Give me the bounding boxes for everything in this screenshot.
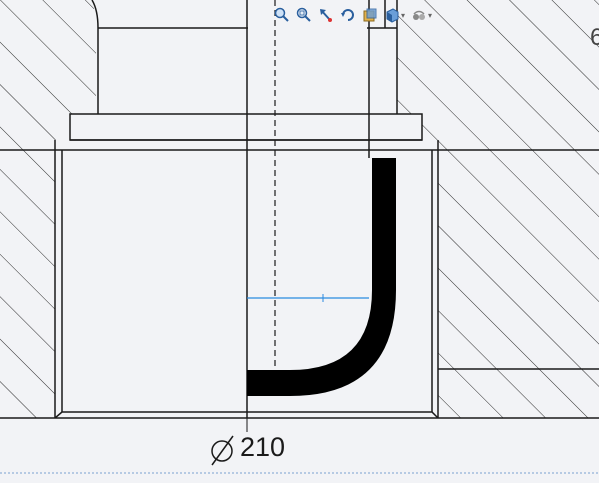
- previous-view-icon: [320, 9, 332, 22]
- display-style-button[interactable]: [409, 5, 429, 25]
- profile-curve[interactable]: [247, 158, 396, 396]
- previous-view-button[interactable]: [316, 5, 336, 25]
- section-view-button[interactable]: [360, 5, 380, 25]
- corner-label: 6: [590, 24, 599, 51]
- zoom-to-fit-button[interactable]: [272, 5, 292, 25]
- diameter-icon: [211, 435, 234, 466]
- view-orientation-icon: [386, 8, 399, 23]
- chevron-down-icon[interactable]: ▾: [428, 11, 432, 20]
- hatched-section-lower-left: [0, 150, 55, 418]
- rotate-view-button[interactable]: [338, 5, 358, 25]
- view-orientation-button[interactable]: [382, 5, 402, 25]
- hatched-section-upper-left: [0, 0, 96, 150]
- drawing-viewport[interactable]: [0, 0, 599, 483]
- zoom-to-area-button[interactable]: [294, 5, 314, 25]
- zoom-to-area-icon: [296, 7, 311, 22]
- dimension-line[interactable]: [247, 294, 369, 302]
- rotate-view-icon: [341, 9, 354, 21]
- zoom-to-fit-icon: [274, 7, 289, 22]
- chevron-down-icon[interactable]: ▾: [401, 11, 405, 20]
- hatched-section-lower-right: [438, 150, 599, 418]
- diameter-dimension-value[interactable]: 210: [240, 432, 285, 463]
- heads-up-view-toolbar: ▾ ▾: [272, 4, 434, 26]
- section-view-icon: [363, 8, 377, 22]
- display-style-icon: [413, 10, 426, 20]
- dimension-value: 210: [240, 432, 286, 462]
